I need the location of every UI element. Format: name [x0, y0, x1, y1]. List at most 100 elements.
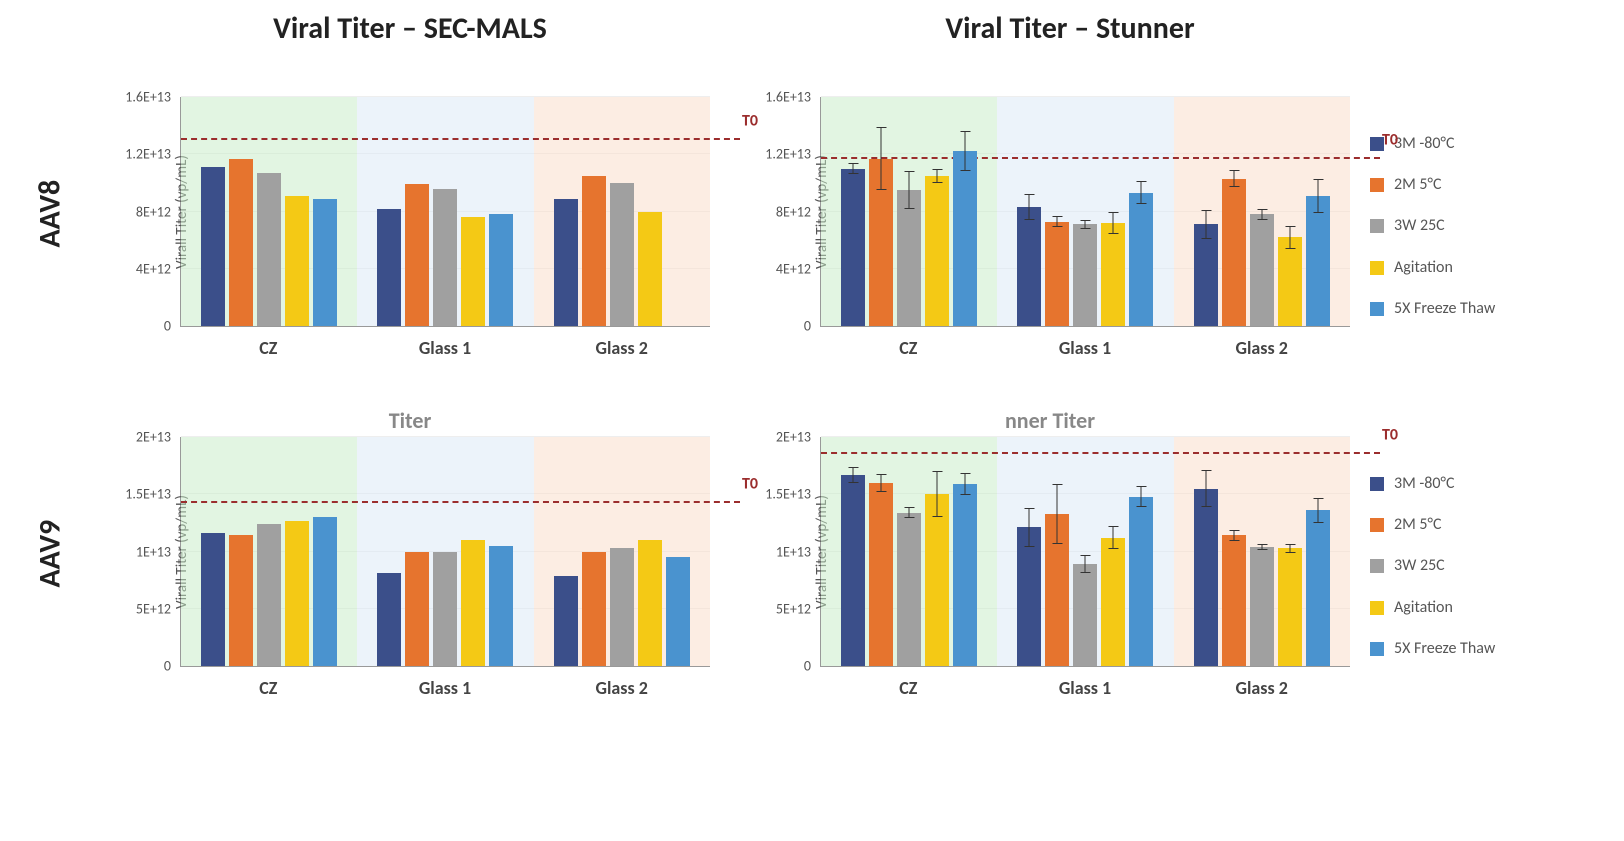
- error-bar: [1057, 484, 1058, 544]
- bar: [953, 484, 977, 666]
- bar: [257, 524, 281, 666]
- error-bar: [1029, 194, 1030, 220]
- legend-swatch: [1370, 302, 1384, 316]
- bar: [1101, 223, 1125, 326]
- bar: [1222, 179, 1246, 326]
- legend-swatch: [1370, 219, 1384, 233]
- bar-group: [1174, 437, 1350, 666]
- bar: [313, 199, 337, 326]
- error-bar: [1141, 181, 1142, 204]
- legend-swatch: [1370, 601, 1384, 615]
- error-bar: [909, 171, 910, 208]
- error-bar: [1289, 226, 1290, 249]
- x-label: Glass 2: [1173, 337, 1350, 359]
- bar: [1278, 548, 1302, 666]
- y-tick: 0: [111, 658, 171, 675]
- error-bar: [1289, 544, 1290, 553]
- error-bar: [937, 471, 938, 517]
- bar: [285, 521, 309, 666]
- bar: [610, 548, 634, 666]
- chart-subtitle: Titer: [100, 407, 720, 433]
- legend-item: 3W 25C: [1370, 556, 1550, 575]
- error-bar: [1205, 470, 1206, 507]
- bar-group: [997, 437, 1173, 666]
- error-bar: [1141, 486, 1142, 507]
- x-label: Glass 1: [357, 677, 534, 699]
- bar: [1222, 535, 1246, 666]
- legend-item: 2M 5°C: [1370, 175, 1550, 194]
- legend-item: 3M -80°C: [1370, 474, 1550, 493]
- error-bar: [965, 473, 966, 496]
- x-label: Glass 2: [533, 337, 710, 359]
- bar: [461, 540, 485, 666]
- row-aav8: AAV8 04E+128E+121.2E+131.6E+13Virall Tit…: [20, 67, 1604, 367]
- y-tick: 1.5E+13: [751, 486, 811, 503]
- bar: [201, 533, 225, 666]
- bar: [554, 576, 578, 666]
- bar: [1278, 237, 1302, 326]
- page: Viral Titer – SEC-MALS Viral Titer – Stu…: [0, 0, 1624, 841]
- bar: [1250, 214, 1274, 326]
- legend-item: 3W 25C: [1370, 216, 1550, 235]
- x-label: Glass 1: [997, 337, 1174, 359]
- bar: [841, 475, 865, 666]
- bar: [1129, 497, 1153, 666]
- error-bar: [1233, 170, 1234, 187]
- legend-item: Agitation: [1370, 258, 1550, 277]
- y-tick: 8E+12: [751, 203, 811, 220]
- bar: [869, 483, 893, 666]
- bar-group: [997, 97, 1173, 326]
- error-bar: [1029, 508, 1030, 547]
- y-tick: 5E+12: [111, 600, 171, 617]
- legend-label: Agitation: [1394, 598, 1453, 617]
- row-aav9: AAV9 Titer 05E+121E+131.5E+132E+13Virall…: [20, 407, 1604, 707]
- bars-container: [821, 437, 1350, 666]
- bar: [1073, 564, 1097, 666]
- error-bar: [1057, 216, 1058, 227]
- error-bar: [1261, 544, 1262, 551]
- y-tick: 0: [751, 658, 811, 675]
- legend-swatch: [1370, 477, 1384, 491]
- bar-group: [821, 437, 997, 666]
- y-tick: 0: [111, 318, 171, 335]
- bar-group: [357, 97, 533, 326]
- x-labels: CZGlass 1Glass 2: [180, 677, 710, 699]
- bar: [1194, 489, 1218, 666]
- x-label: CZ: [180, 337, 357, 359]
- bar: [489, 546, 513, 666]
- y-tick: 5E+12: [751, 600, 811, 617]
- bar: [582, 176, 606, 326]
- chart-aav8-sec: 04E+128E+121.2E+131.6E+13Virall Titer (v…: [100, 67, 720, 367]
- legend-item: 2M 5°C: [1370, 515, 1550, 534]
- bar: [229, 535, 253, 666]
- bar: [953, 151, 977, 326]
- legend-aav9: 3M -80°C2M 5°C3W 25CAgitation5X Freeze T…: [1370, 434, 1550, 680]
- row-label-aav8: AAV8: [32, 187, 69, 247]
- legend-swatch: [1370, 559, 1384, 573]
- x-labels: CZGlass 1Glass 2: [820, 337, 1350, 359]
- error-bar: [1317, 498, 1318, 523]
- y-tick: 1E+13: [111, 543, 171, 560]
- y-tick: 1.2E+13: [751, 146, 811, 163]
- bar: [433, 552, 457, 667]
- bar: [285, 196, 309, 326]
- error-bar: [1085, 220, 1086, 229]
- bars-container: [821, 97, 1350, 326]
- bar: [610, 183, 634, 326]
- plot-area: 04E+128E+121.2E+131.6E+13Virall Titer (v…: [180, 97, 710, 327]
- error-bar: [1261, 209, 1262, 220]
- chart-subtitle: [740, 67, 1360, 93]
- bar: [925, 176, 949, 326]
- bar: [405, 184, 429, 326]
- legend-label: 3W 25C: [1394, 556, 1445, 575]
- error-bar: [1113, 526, 1114, 549]
- col-title-sec-mals: Viral Titer – SEC-MALS: [100, 10, 720, 47]
- legend-item: Agitation: [1370, 598, 1550, 617]
- x-label: Glass 1: [997, 677, 1174, 699]
- bar: [897, 190, 921, 326]
- error-bar: [1205, 210, 1206, 239]
- bar: [841, 169, 865, 326]
- y-tick: 1E+13: [751, 543, 811, 560]
- chart-aav8-stunner: 04E+128E+121.2E+131.6E+13Virall Titer (v…: [740, 67, 1360, 367]
- error-bar: [937, 169, 938, 183]
